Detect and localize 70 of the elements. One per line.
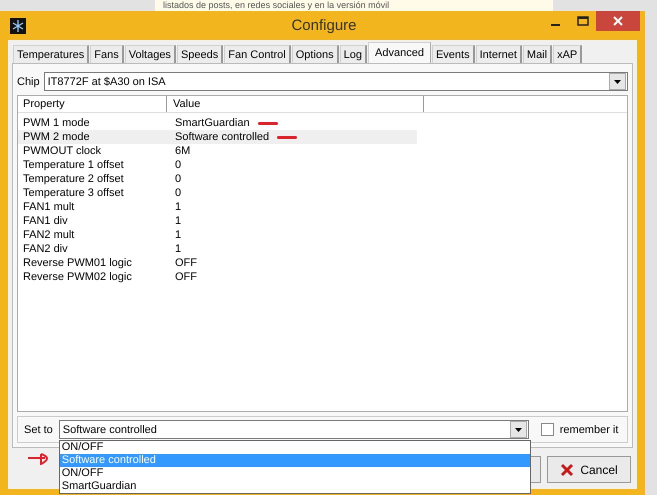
table-row[interactable]: Temperature 1 offset 0 [18,158,417,172]
property-cell-text: FAN2 div [22,242,69,256]
property-cell-text: FAN2 mult [22,228,76,242]
property-cell-text: Reverse PWM01 logic [22,256,133,270]
property-cell-text: PWM 2 mode [22,130,91,144]
tab[interactable]: xAP [553,45,582,63]
tab[interactable]: Log [340,45,368,63]
column-header[interactable]: Property [18,96,167,112]
chip-label: Chip [17,76,40,88]
value-cell: 1 [175,228,182,242]
value-cell: 0 [175,186,182,200]
table-row[interactable]: Temperature 2 offset 0 [18,172,417,186]
value-cell: 1 [175,200,182,214]
table-row[interactable]: Reverse PWM01 logic OFF [18,256,417,270]
tab[interactable]: Events [432,45,475,63]
dropdown-arrow-icon [514,428,522,432]
table-row[interactable]: PWM 1 mode SmartGuardian [18,116,417,130]
background-text: listados de posts, en redes sociales y en la versión móvil [155,0,553,11]
tab[interactable]: Voltages [124,45,176,63]
table-row[interactable]: Reverse PWM02 logic OFF [18,270,417,284]
property-cell-text: PWMOUT clock [22,144,102,158]
table-row[interactable]: Temperature 3 offset 0 [18,186,417,200]
checkbox[interactable] [540,423,554,436]
tab[interactable]: Fan Control [224,45,291,63]
table-row[interactable]: PWM 2 mode Software controlled [18,130,417,144]
value-cell: 1 [175,242,182,256]
set-to-dropdown[interactable]: Software controlled [58,420,529,439]
value-cell: 0 [175,172,182,186]
column-header[interactable]: Value [167,96,424,112]
value-cell: OFF [175,256,197,270]
property-cell-text: Temperature 2 offset [22,172,125,186]
table-row[interactable]: PWMOUT clock 6M [18,144,417,158]
tab[interactable]: Options [292,45,339,63]
set-to-label: Set to [24,424,53,436]
close-icon [613,16,623,26]
value-cell: SmartGuardian [175,116,250,130]
dropdown-arrow-icon [614,80,621,84]
property-cell-text: FAN1 div [22,214,69,228]
cancel-button[interactable]: Cancel [547,456,631,483]
table-row[interactable]: FAN2 div 1 [18,242,417,256]
chip-dropdown[interactable]: IT8772F at $A30 on ISA [44,72,628,91]
cross-icon [560,462,574,476]
tab[interactable]: Mail [522,45,552,63]
value-cell: Software controlled [175,130,270,144]
value-cell: 6M [175,144,190,158]
tab[interactable]: Advanced [368,42,431,63]
minimize-icon [551,24,560,26]
dropdown-option[interactable]: SmartGuardian [60,480,530,493]
table-row[interactable]: FAN1 mult 1 [18,200,417,214]
property-cell-text: Temperature 3 offset [22,186,125,200]
tab[interactable]: Speeds [176,45,224,63]
property-cell-text: PWM 1 mode [22,116,91,130]
dropdown-option[interactable]: ON/OFF [60,467,530,480]
table-row[interactable]: FAN1 div 1 [18,214,417,228]
fan-icon [10,18,26,34]
tab[interactable]: Internet [476,45,522,63]
checkbox-label: remember it [560,424,618,436]
property-cell-text: FAN1 mult [22,200,76,214]
value-cell: 1 [175,214,182,228]
table-row[interactable]: FAN2 mult 1 [18,228,417,242]
value-cell: 0 [175,158,182,172]
dropdown-option[interactable]: ON/OFF [60,441,530,454]
property-cell-text: Temperature 1 offset [22,158,125,172]
property-cell-text: Reverse PWM02 logic [22,270,133,284]
tab[interactable]: Temperatures [13,45,90,63]
close-button[interactable] [596,11,640,31]
maximize-icon [576,16,588,26]
window-title: Configure [290,17,358,34]
value-cell: OFF [175,270,197,284]
tab[interactable]: Fans [90,45,124,63]
